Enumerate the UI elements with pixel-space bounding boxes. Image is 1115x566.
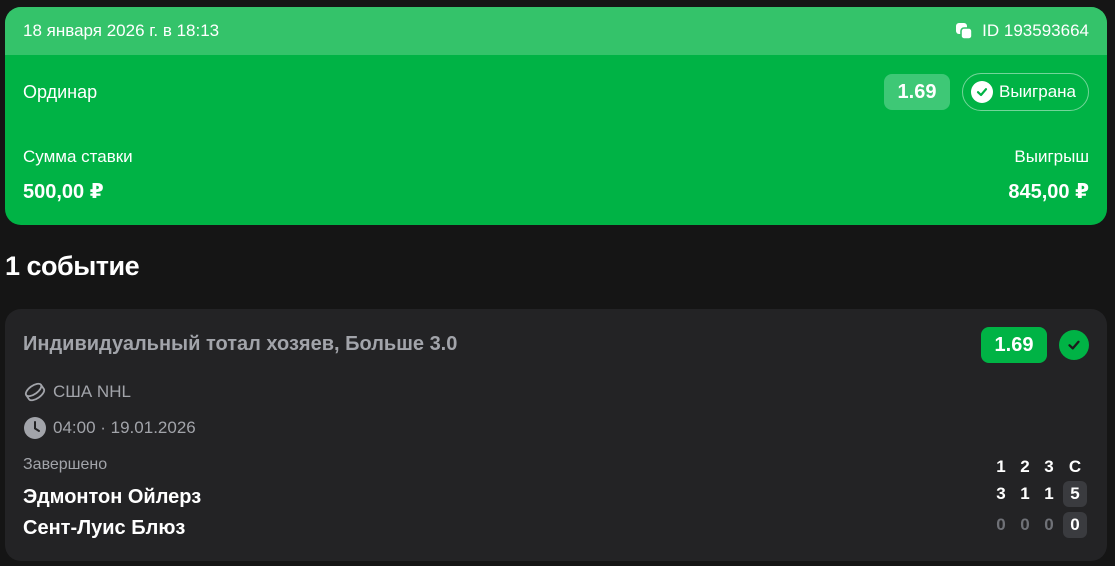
bet-summary-card: 18 января 2026 г. в 18:13 ID 193593664 О… [5,7,1107,225]
away-period-2-score: 0 [1020,515,1030,534]
scoreboard: 1 2 3 С 3 1 1 5 0 0 0 0 [989,456,1089,540]
period-2-header: 2 [1020,457,1030,476]
event-status: Завершено [23,456,108,473]
bet-badges: 1.69 Выиграна [883,73,1089,111]
away-period-1-score: 0 [996,515,1006,534]
win-label: Выигрыш [1014,147,1089,166]
event-card[interactable]: Индивидуальный тотал хозяев, Больше 3.0 … [5,309,1107,561]
bet-odds-badge: 1.69 [883,74,950,110]
hockey-puck-icon [23,380,47,404]
bet-id-copy[interactable]: ID 193593664 [955,21,1089,41]
home-total-score: 5 [1063,481,1087,507]
event-datetime: 04:00 · 19.01.2026 [53,418,196,437]
event-league-row: США NHL [23,380,131,404]
bet-type: Ординар [23,81,98,102]
events-title: 1 событие [5,251,140,281]
event-league: США NHL [53,382,131,401]
bet-type-row: Ординар 1.69 Выиграна [23,73,1089,111]
home-team-name: Эдмонтон Ойлерз [23,486,202,508]
win-block: Выигрыш 845,00 ₽ [1008,147,1089,204]
stake-value: 500,00 ₽ [23,181,104,203]
bet-header: 18 января 2026 г. в 18:13 ID 193593664 [5,7,1107,55]
home-period-3-score: 1 [1044,484,1054,503]
away-period-3-score: 0 [1044,515,1054,534]
bet-amounts: Сумма ставки 500,00 ₽ Выигрыш 845,00 ₽ [23,147,1089,204]
win-value: 845,00 ₽ [1008,181,1089,203]
stake-block: Сумма ставки 500,00 ₽ [23,147,133,204]
away-total-score: 0 [1063,512,1087,538]
period-1-header: 1 [996,457,1006,476]
event-won-check-icon [1059,330,1089,360]
bet-id: ID 193593664 [982,21,1089,40]
stake-label: Сумма ставки [23,147,133,166]
bet-status-label: Выиграна [998,82,1076,101]
check-circle-icon [970,81,993,103]
home-period-2-score: 1 [1020,484,1030,503]
bet-datetime: 18 января 2026 г. в 18:13 [23,21,220,40]
event-odds-badge: 1.69 [981,327,1047,363]
clock-icon [23,416,47,440]
home-period-1-score: 3 [996,484,1006,503]
event-market: Индивидуальный тотал хозяев, Больше 3.0 [23,333,458,355]
away-team-name: Сент-Луис Блюз [23,517,186,539]
total-header: С [1068,457,1082,476]
copy-icon[interactable] [955,22,973,40]
bet-status-badge: Выиграна [961,73,1089,111]
period-3-header: 3 [1044,457,1054,476]
event-time-row: 04:00 · 19.01.2026 [23,416,196,440]
